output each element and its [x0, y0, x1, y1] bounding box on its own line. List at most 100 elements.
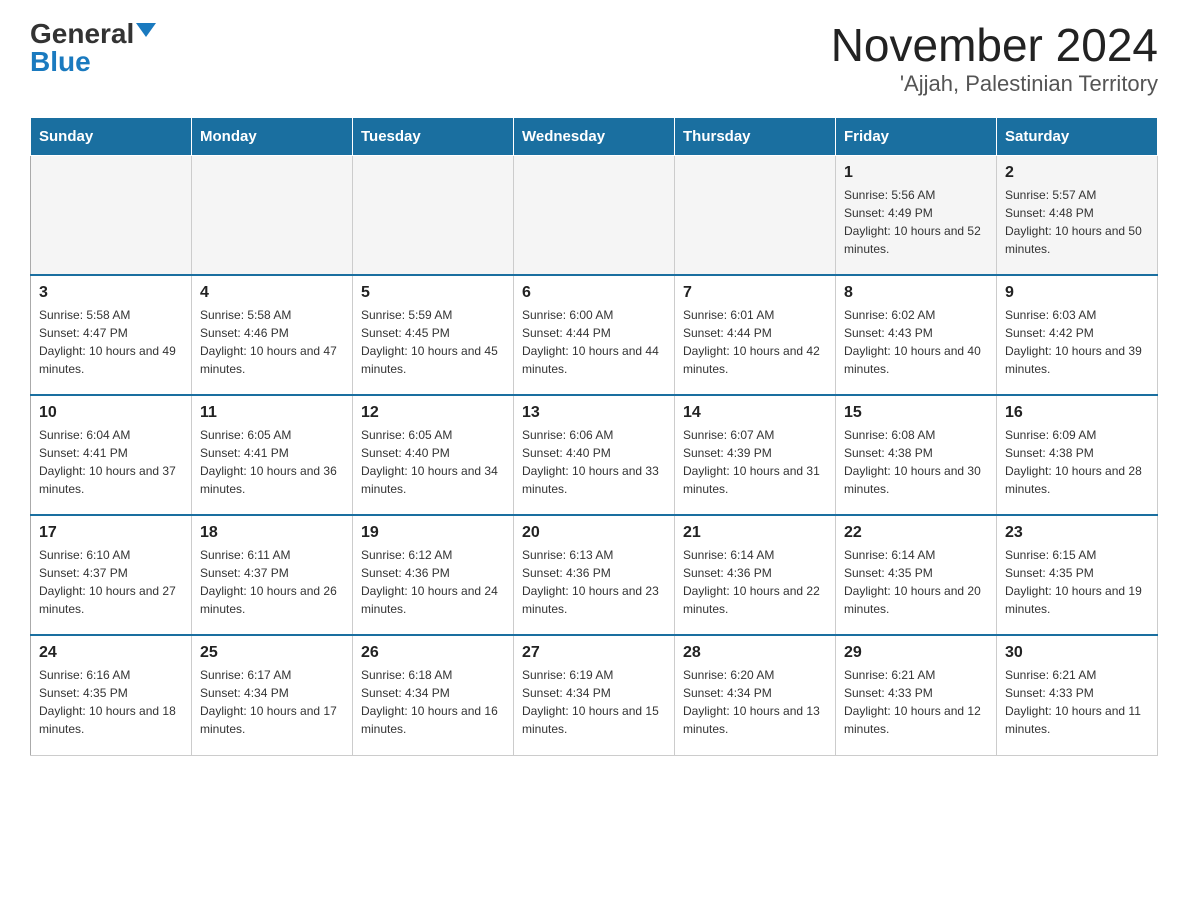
calendar-week-2: 10Sunrise: 6:04 AM Sunset: 4:41 PM Dayli…: [31, 395, 1158, 515]
day-number: 2: [1005, 164, 1149, 182]
day-number: 19: [361, 524, 505, 542]
day-info: Sunrise: 6:21 AM Sunset: 4:33 PM Dayligh…: [1005, 666, 1149, 738]
title-section: November 2024 'Ajjah, Palestinian Territ…: [831, 20, 1158, 97]
calendar-cell: 17 Sunrise: 6:10 AM Sunset: 4:37 PM Dayli…: [31, 515, 192, 635]
calendar-week-0: 1 Sunrise: 5:56 AM Sunset: 4:49 PM Daylig…: [31, 155, 1158, 275]
day-info: Sunrise: 6:11 AM Sunset: 4:37 PM Dayligh…: [200, 546, 344, 618]
day-info: Sunrise: 6:16 AM Sunset: 4:35 PM Dayligh…: [39, 666, 183, 738]
calendar-cell: 27 Sunrise: 6:19 AM Sunset: 4:34 PM Dayli…: [514, 635, 675, 755]
day-info: Sunrise: 6:10 AM Sunset: 4:37 PM Dayligh…: [39, 546, 183, 618]
calendar-cell: [514, 155, 675, 275]
day-info: Sunrise: 6:14 AM Sunset: 4:35 PM Dayligh…: [844, 546, 988, 618]
day-number: 6: [522, 284, 666, 302]
day-number: 4: [200, 284, 344, 302]
calendar-table: Sunday Monday Tuesday Wednesday Thursday…: [30, 117, 1158, 756]
calendar-cell: 21Sunrise: 6:14 AM Sunset: 4:36 PM Dayli…: [675, 515, 836, 635]
header-row: Sunday Monday Tuesday Wednesday Thursday…: [31, 117, 1158, 155]
day-number: 13: [522, 404, 666, 422]
header-monday: Monday: [192, 117, 353, 155]
day-info: Sunrise: 6:21 AM Sunset: 4:33 PM Dayligh…: [844, 666, 988, 738]
day-number: 11: [200, 404, 344, 422]
day-number: 7: [683, 284, 827, 302]
logo: General Blue: [30, 20, 156, 76]
calendar-cell: 11 Sunrise: 6:05 AM Sunset: 4:41 PM Dayli…: [192, 395, 353, 515]
calendar-cell: 6 Sunrise: 6:00 AM Sunset: 4:44 PM Daylig…: [514, 275, 675, 395]
calendar-cell: 25Sunrise: 6:17 AM Sunset: 4:34 PM Dayli…: [192, 635, 353, 755]
calendar-cell: 15Sunrise: 6:08 AM Sunset: 4:38 PM Dayli…: [836, 395, 997, 515]
calendar-cell: 16 Sunrise: 6:09 AM Sunset: 4:38 PM Dayli…: [997, 395, 1158, 515]
calendar-week-4: 24 Sunrise: 6:16 AM Sunset: 4:35 PM Dayli…: [31, 635, 1158, 755]
day-number: 14: [683, 404, 827, 422]
header-thursday: Thursday: [675, 117, 836, 155]
calendar-cell: 20 Sunrise: 6:13 AM Sunset: 4:36 PM Dayli…: [514, 515, 675, 635]
day-info: Sunrise: 6:05 AM Sunset: 4:40 PM Dayligh…: [361, 426, 505, 498]
calendar-cell: 12 Sunrise: 6:05 AM Sunset: 4:40 PM Dayli…: [353, 395, 514, 515]
header-tuesday: Tuesday: [353, 117, 514, 155]
calendar-body: 1 Sunrise: 5:56 AM Sunset: 4:49 PM Daylig…: [31, 155, 1158, 755]
calendar-cell: 4 Sunrise: 5:58 AM Sunset: 4:46 PM Daylig…: [192, 275, 353, 395]
logo-blue-text: Blue: [30, 48, 91, 76]
day-info: Sunrise: 5:58 AM Sunset: 4:46 PM Dayligh…: [200, 306, 344, 378]
day-number: 24: [39, 644, 183, 662]
day-info: Sunrise: 6:03 AM Sunset: 4:42 PM Dayligh…: [1005, 306, 1149, 378]
header-saturday: Saturday: [997, 117, 1158, 155]
day-info: Sunrise: 5:58 AM Sunset: 4:47 PM Dayligh…: [39, 306, 183, 378]
calendar-cell: 22Sunrise: 6:14 AM Sunset: 4:35 PM Dayli…: [836, 515, 997, 635]
day-info: Sunrise: 6:05 AM Sunset: 4:41 PM Dayligh…: [200, 426, 344, 498]
day-info: Sunrise: 6:17 AM Sunset: 4:34 PM Dayligh…: [200, 666, 344, 738]
calendar-cell: 2 Sunrise: 5:57 AM Sunset: 4:48 PM Daylig…: [997, 155, 1158, 275]
day-number: 17: [39, 524, 183, 542]
day-info: Sunrise: 6:09 AM Sunset: 4:38 PM Dayligh…: [1005, 426, 1149, 498]
day-number: 16: [1005, 404, 1149, 422]
day-number: 12: [361, 404, 505, 422]
day-info: Sunrise: 5:57 AM Sunset: 4:48 PM Dayligh…: [1005, 186, 1149, 258]
page-header: General Blue November 2024 'Ajjah, Pales…: [30, 20, 1158, 97]
calendar-cell: [675, 155, 836, 275]
calendar-cell: 9Sunrise: 6:03 AM Sunset: 4:42 PM Daylig…: [997, 275, 1158, 395]
day-info: Sunrise: 5:59 AM Sunset: 4:45 PM Dayligh…: [361, 306, 505, 378]
calendar-cell: 14Sunrise: 6:07 AM Sunset: 4:39 PM Dayli…: [675, 395, 836, 515]
day-number: 27: [522, 644, 666, 662]
header-friday: Friday: [836, 117, 997, 155]
calendar-cell: 24 Sunrise: 6:16 AM Sunset: 4:35 PM Dayli…: [31, 635, 192, 755]
calendar-cell: 29 Sunrise: 6:21 AM Sunset: 4:33 PM Dayli…: [836, 635, 997, 755]
day-info: Sunrise: 5:56 AM Sunset: 4:49 PM Dayligh…: [844, 186, 988, 258]
day-info: Sunrise: 6:12 AM Sunset: 4:36 PM Dayligh…: [361, 546, 505, 618]
calendar-cell: 10Sunrise: 6:04 AM Sunset: 4:41 PM Dayli…: [31, 395, 192, 515]
day-info: Sunrise: 6:15 AM Sunset: 4:35 PM Dayligh…: [1005, 546, 1149, 618]
logo-triangle-icon: [136, 23, 156, 37]
calendar-cell: 8Sunrise: 6:02 AM Sunset: 4:43 PM Daylig…: [836, 275, 997, 395]
day-info: Sunrise: 6:13 AM Sunset: 4:36 PM Dayligh…: [522, 546, 666, 618]
day-info: Sunrise: 6:20 AM Sunset: 4:34 PM Dayligh…: [683, 666, 827, 738]
calendar-subtitle: 'Ajjah, Palestinian Territory: [831, 71, 1158, 97]
day-number: 5: [361, 284, 505, 302]
day-number: 29: [844, 644, 988, 662]
day-info: Sunrise: 6:00 AM Sunset: 4:44 PM Dayligh…: [522, 306, 666, 378]
calendar-week-1: 3 Sunrise: 5:58 AM Sunset: 4:47 PM Daylig…: [31, 275, 1158, 395]
day-number: 28: [683, 644, 827, 662]
day-number: 20: [522, 524, 666, 542]
calendar-cell: 23 Sunrise: 6:15 AM Sunset: 4:35 PM Dayli…: [997, 515, 1158, 635]
day-info: Sunrise: 6:08 AM Sunset: 4:38 PM Dayligh…: [844, 426, 988, 498]
day-number: 1: [844, 164, 988, 182]
day-number: 26: [361, 644, 505, 662]
calendar-cell: 26 Sunrise: 6:18 AM Sunset: 4:34 PM Dayli…: [353, 635, 514, 755]
calendar-cell: 7Sunrise: 6:01 AM Sunset: 4:44 PM Daylig…: [675, 275, 836, 395]
calendar-cell: 3 Sunrise: 5:58 AM Sunset: 4:47 PM Daylig…: [31, 275, 192, 395]
calendar-cell: 1 Sunrise: 5:56 AM Sunset: 4:49 PM Daylig…: [836, 155, 997, 275]
calendar-title: November 2024: [831, 20, 1158, 71]
day-info: Sunrise: 6:18 AM Sunset: 4:34 PM Dayligh…: [361, 666, 505, 738]
calendar-week-3: 17 Sunrise: 6:10 AM Sunset: 4:37 PM Dayli…: [31, 515, 1158, 635]
calendar-cell: [353, 155, 514, 275]
day-number: 23: [1005, 524, 1149, 542]
day-number: 18: [200, 524, 344, 542]
calendar-cell: 19 Sunrise: 6:12 AM Sunset: 4:36 PM Dayli…: [353, 515, 514, 635]
calendar-cell: 30Sunrise: 6:21 AM Sunset: 4:33 PM Dayli…: [997, 635, 1158, 755]
calendar-cell: [31, 155, 192, 275]
day-number: 3: [39, 284, 183, 302]
calendar-cell: 5 Sunrise: 5:59 AM Sunset: 4:45 PM Daylig…: [353, 275, 514, 395]
calendar-cell: 18 Sunrise: 6:11 AM Sunset: 4:37 PM Dayli…: [192, 515, 353, 635]
day-number: 8: [844, 284, 988, 302]
day-info: Sunrise: 6:19 AM Sunset: 4:34 PM Dayligh…: [522, 666, 666, 738]
header-wednesday: Wednesday: [514, 117, 675, 155]
